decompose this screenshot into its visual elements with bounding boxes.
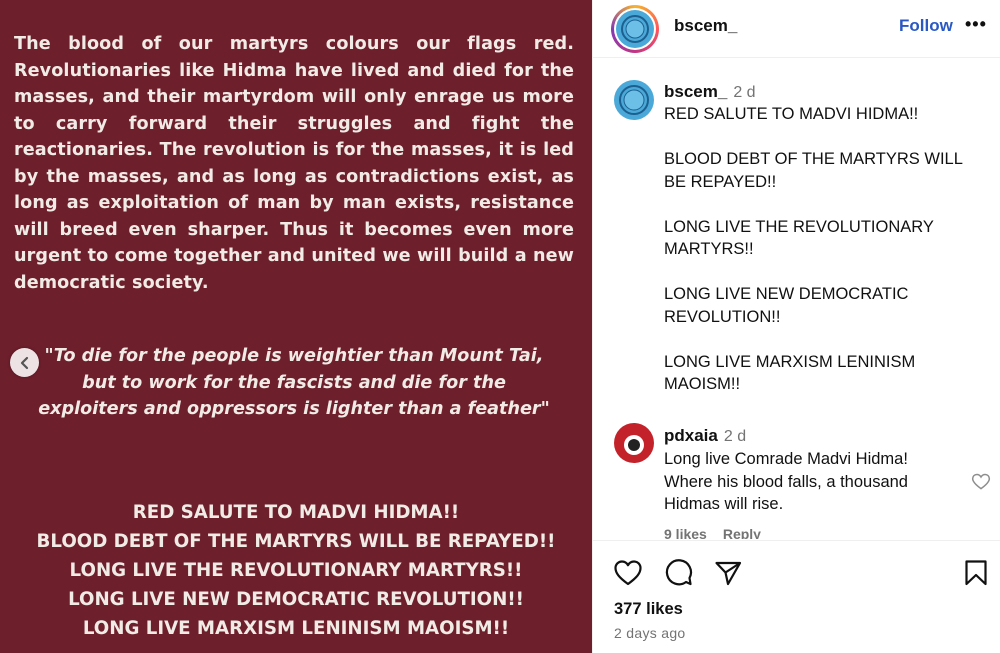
caption-time: 2 d xyxy=(733,84,756,101)
avatar[interactable] xyxy=(611,5,659,53)
comment-likes[interactable]: 9 likes xyxy=(664,526,707,539)
slogan-line: RED SALUTE TO MADVI HIDMA!! xyxy=(132,502,460,523)
post-actions: 377 likes 2 days ago xyxy=(593,540,1000,653)
post-paragraph: The blood of our martyrs colours our fla… xyxy=(14,34,574,293)
previous-slide-button[interactable] xyxy=(10,348,39,377)
slogan-line: LONG LIVE NEW DEMOCRATIC REVOLUTION!! xyxy=(68,589,524,610)
heart-icon[interactable] xyxy=(971,472,991,492)
post-header: bscem_ Follow ••• xyxy=(593,0,1000,58)
slogan-line: BLOOD DEBT OF THE MARTYRS WILL BE REPAYE… xyxy=(36,531,556,552)
post-sidebar: bscem_ Follow ••• bscem_ 2 d RED SALUTE T… xyxy=(592,0,1000,653)
likes-count[interactable]: 377 likes xyxy=(614,600,683,619)
comment-username[interactable]: pdxaia 2 d xyxy=(664,426,746,446)
comment-meta: 9 likes Reply xyxy=(664,526,777,539)
post-username[interactable]: bscem_ xyxy=(674,16,737,36)
post-image: The blood of our martyrs colours our fla… xyxy=(0,0,592,653)
heart-icon[interactable] xyxy=(613,558,643,588)
comment-icon[interactable] xyxy=(664,558,694,588)
post-quote: "To die for the people is weightier than… xyxy=(38,346,550,419)
avatar[interactable] xyxy=(614,423,654,463)
caption-text: RED SALUTE TO MADVI HIDMA!! BLOOD DEBT O… xyxy=(664,105,963,393)
comment-text: Long live Comrade Madvi Hidma! Where his… xyxy=(664,450,908,513)
comment-time: 2 d xyxy=(723,428,747,445)
slogan-line: LONG LIVE MARXISM LENINISM MAOISM!! xyxy=(82,618,510,639)
post-time: 2 days ago xyxy=(614,625,686,641)
chevron-left-icon xyxy=(20,356,28,369)
more-icon[interactable]: ••• xyxy=(965,14,987,35)
post-slogans: RED SALUTE TO MADVI HIDMA!! BLOOD DEBT O… xyxy=(0,498,592,643)
caption-username[interactable]: bscem_ 2 d xyxy=(664,82,756,102)
slogan-line: LONG LIVE THE REVOLUTIONARY MARTYRS!! xyxy=(69,560,523,581)
follow-button[interactable]: Follow xyxy=(899,16,953,36)
comments-section: bscem_ 2 d RED SALUTE TO MADVI HIDMA!! BL… xyxy=(593,59,1000,539)
share-icon[interactable] xyxy=(713,558,743,588)
bookmark-icon[interactable] xyxy=(961,558,991,588)
avatar[interactable] xyxy=(614,80,654,120)
reply-button[interactable]: Reply xyxy=(723,526,761,539)
